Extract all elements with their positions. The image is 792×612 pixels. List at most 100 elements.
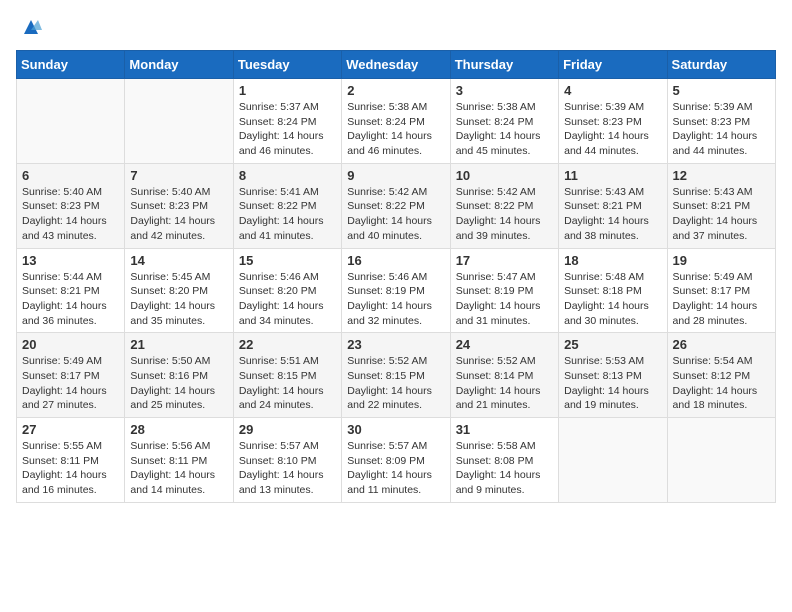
day-number: 7 <box>130 168 227 183</box>
day-number: 25 <box>564 337 661 352</box>
week-row-1: 1 Sunrise: 5:37 AM Sunset: 8:24 PM Daylig… <box>17 79 776 164</box>
day-info: Sunrise: 5:39 AM Sunset: 8:23 PM Dayligh… <box>673 100 770 159</box>
day-info: Sunrise: 5:54 AM Sunset: 8:12 PM Dayligh… <box>673 354 770 413</box>
calendar-cell: 23 Sunrise: 5:52 AM Sunset: 8:15 PM Dayli… <box>342 333 450 418</box>
day-info: Sunrise: 5:43 AM Sunset: 8:21 PM Dayligh… <box>564 185 661 244</box>
calendar-cell: 22 Sunrise: 5:51 AM Sunset: 8:15 PM Dayli… <box>233 333 341 418</box>
day-number: 16 <box>347 253 444 268</box>
day-number: 24 <box>456 337 553 352</box>
calendar-cell: 21 Sunrise: 5:50 AM Sunset: 8:16 PM Dayli… <box>125 333 233 418</box>
day-number: 8 <box>239 168 336 183</box>
calendar-cell: 27 Sunrise: 5:55 AM Sunset: 8:11 PM Dayli… <box>17 418 125 503</box>
calendar-cell: 28 Sunrise: 5:56 AM Sunset: 8:11 PM Dayli… <box>125 418 233 503</box>
day-info: Sunrise: 5:44 AM Sunset: 8:21 PM Dayligh… <box>22 270 119 329</box>
day-number: 9 <box>347 168 444 183</box>
calendar-cell: 24 Sunrise: 5:52 AM Sunset: 8:14 PM Dayli… <box>450 333 558 418</box>
day-info: Sunrise: 5:37 AM Sunset: 8:24 PM Dayligh… <box>239 100 336 159</box>
day-number: 18 <box>564 253 661 268</box>
calendar-cell: 10 Sunrise: 5:42 AM Sunset: 8:22 PM Dayli… <box>450 163 558 248</box>
day-number: 3 <box>456 83 553 98</box>
week-row-2: 6 Sunrise: 5:40 AM Sunset: 8:23 PM Daylig… <box>17 163 776 248</box>
day-number: 29 <box>239 422 336 437</box>
calendar-cell: 14 Sunrise: 5:45 AM Sunset: 8:20 PM Dayli… <box>125 248 233 333</box>
page-header <box>16 16 776 38</box>
header-monday: Monday <box>125 51 233 79</box>
day-number: 12 <box>673 168 770 183</box>
day-info: Sunrise: 5:49 AM Sunset: 8:17 PM Dayligh… <box>673 270 770 329</box>
day-number: 5 <box>673 83 770 98</box>
day-number: 14 <box>130 253 227 268</box>
day-info: Sunrise: 5:57 AM Sunset: 8:10 PM Dayligh… <box>239 439 336 498</box>
calendar-cell: 25 Sunrise: 5:53 AM Sunset: 8:13 PM Dayli… <box>559 333 667 418</box>
day-number: 2 <box>347 83 444 98</box>
day-info: Sunrise: 5:38 AM Sunset: 8:24 PM Dayligh… <box>456 100 553 159</box>
day-number: 28 <box>130 422 227 437</box>
day-number: 10 <box>456 168 553 183</box>
day-number: 21 <box>130 337 227 352</box>
day-info: Sunrise: 5:42 AM Sunset: 8:22 PM Dayligh… <box>347 185 444 244</box>
day-info: Sunrise: 5:57 AM Sunset: 8:09 PM Dayligh… <box>347 439 444 498</box>
day-info: Sunrise: 5:45 AM Sunset: 8:20 PM Dayligh… <box>130 270 227 329</box>
day-number: 11 <box>564 168 661 183</box>
calendar-cell: 16Sunrise: 5:46 AM Sunset: 8:19 PM Dayli… <box>342 248 450 333</box>
calendar-cell <box>125 79 233 164</box>
day-info: Sunrise: 5:41 AM Sunset: 8:22 PM Dayligh… <box>239 185 336 244</box>
calendar-cell <box>17 79 125 164</box>
day-info: Sunrise: 5:42 AM Sunset: 8:22 PM Dayligh… <box>456 185 553 244</box>
day-number: 31 <box>456 422 553 437</box>
calendar-cell: 2Sunrise: 5:38 AM Sunset: 8:24 PM Daylig… <box>342 79 450 164</box>
calendar-cell: 19Sunrise: 5:49 AM Sunset: 8:17 PM Dayli… <box>667 248 775 333</box>
calendar-table: SundayMondayTuesdayWednesdayThursdayFrid… <box>16 50 776 503</box>
calendar-cell: 4Sunrise: 5:39 AM Sunset: 8:23 PM Daylig… <box>559 79 667 164</box>
day-info: Sunrise: 5:40 AM Sunset: 8:23 PM Dayligh… <box>130 185 227 244</box>
day-info: Sunrise: 5:47 AM Sunset: 8:19 PM Dayligh… <box>456 270 553 329</box>
day-info: Sunrise: 5:50 AM Sunset: 8:16 PM Dayligh… <box>130 354 227 413</box>
header-thursday: Thursday <box>450 51 558 79</box>
calendar-cell: 7 Sunrise: 5:40 AM Sunset: 8:23 PM Daylig… <box>125 163 233 248</box>
header-friday: Friday <box>559 51 667 79</box>
day-info: Sunrise: 5:39 AM Sunset: 8:23 PM Dayligh… <box>564 100 661 159</box>
calendar-cell: 17Sunrise: 5:47 AM Sunset: 8:19 PM Dayli… <box>450 248 558 333</box>
calendar-cell <box>559 418 667 503</box>
day-info: Sunrise: 5:58 AM Sunset: 8:08 PM Dayligh… <box>456 439 553 498</box>
calendar-cell: 6 Sunrise: 5:40 AM Sunset: 8:23 PM Daylig… <box>17 163 125 248</box>
calendar-cell: 31 Sunrise: 5:58 AM Sunset: 8:08 PM Dayli… <box>450 418 558 503</box>
calendar-cell: 8 Sunrise: 5:41 AM Sunset: 8:22 PM Daylig… <box>233 163 341 248</box>
day-info: Sunrise: 5:46 AM Sunset: 8:20 PM Dayligh… <box>239 270 336 329</box>
calendar-cell: 1 Sunrise: 5:37 AM Sunset: 8:24 PM Daylig… <box>233 79 341 164</box>
day-number: 15 <box>239 253 336 268</box>
day-info: Sunrise: 5:56 AM Sunset: 8:11 PM Dayligh… <box>130 439 227 498</box>
day-info: Sunrise: 5:52 AM Sunset: 8:14 PM Dayligh… <box>456 354 553 413</box>
calendar-cell: 15 Sunrise: 5:46 AM Sunset: 8:20 PM Dayli… <box>233 248 341 333</box>
week-row-4: 20 Sunrise: 5:49 AM Sunset: 8:17 PM Dayli… <box>17 333 776 418</box>
day-info: Sunrise: 5:43 AM Sunset: 8:21 PM Dayligh… <box>673 185 770 244</box>
day-info: Sunrise: 5:48 AM Sunset: 8:18 PM Dayligh… <box>564 270 661 329</box>
day-number: 22 <box>239 337 336 352</box>
day-number: 27 <box>22 422 119 437</box>
calendar-cell: 18 Sunrise: 5:48 AM Sunset: 8:18 PM Dayli… <box>559 248 667 333</box>
logo <box>16 16 42 38</box>
day-number: 20 <box>22 337 119 352</box>
calendar-cell: 20 Sunrise: 5:49 AM Sunset: 8:17 PM Dayli… <box>17 333 125 418</box>
calendar-cell: 29 Sunrise: 5:57 AM Sunset: 8:10 PM Dayli… <box>233 418 341 503</box>
day-info: Sunrise: 5:51 AM Sunset: 8:15 PM Dayligh… <box>239 354 336 413</box>
calendar-cell: 5 Sunrise: 5:39 AM Sunset: 8:23 PM Daylig… <box>667 79 775 164</box>
day-number: 13 <box>22 253 119 268</box>
day-info: Sunrise: 5:55 AM Sunset: 8:11 PM Dayligh… <box>22 439 119 498</box>
day-number: 26 <box>673 337 770 352</box>
calendar-cell: 3 Sunrise: 5:38 AM Sunset: 8:24 PM Daylig… <box>450 79 558 164</box>
day-number: 6 <box>22 168 119 183</box>
day-number: 23 <box>347 337 444 352</box>
day-info: Sunrise: 5:40 AM Sunset: 8:23 PM Dayligh… <box>22 185 119 244</box>
week-row-5: 27 Sunrise: 5:55 AM Sunset: 8:11 PM Dayli… <box>17 418 776 503</box>
day-info: Sunrise: 5:49 AM Sunset: 8:17 PM Dayligh… <box>22 354 119 413</box>
calendar-cell: 11 Sunrise: 5:43 AM Sunset: 8:21 PM Dayli… <box>559 163 667 248</box>
calendar-cell: 12 Sunrise: 5:43 AM Sunset: 8:21 PM Dayli… <box>667 163 775 248</box>
day-number: 1 <box>239 83 336 98</box>
day-info: Sunrise: 5:52 AM Sunset: 8:15 PM Dayligh… <box>347 354 444 413</box>
header-wednesday: Wednesday <box>342 51 450 79</box>
day-info: Sunrise: 5:53 AM Sunset: 8:13 PM Dayligh… <box>564 354 661 413</box>
calendar-cell <box>667 418 775 503</box>
calendar-cell: 13 Sunrise: 5:44 AM Sunset: 8:21 PM Dayli… <box>17 248 125 333</box>
day-number: 30 <box>347 422 444 437</box>
